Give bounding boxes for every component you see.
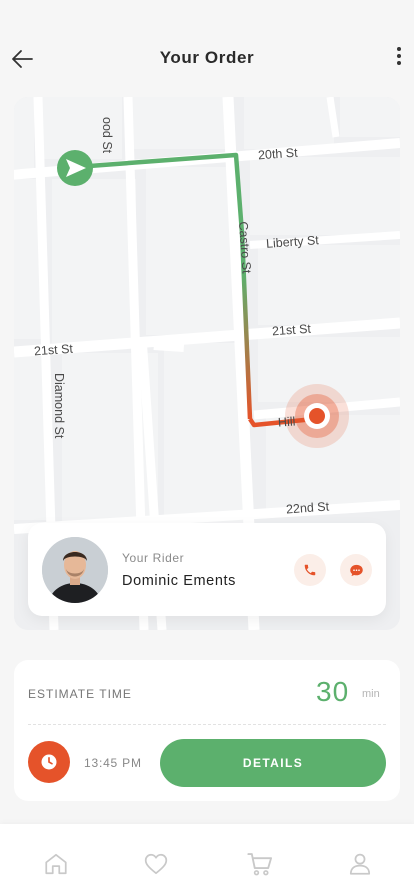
street-label-21st-left: 21st St <box>33 341 74 359</box>
profile-icon <box>349 853 371 875</box>
rider-name: Dominic Ements <box>122 573 236 589</box>
estimate-card: ESTIMATE TIME 30 min 13:45 PM DETAILS <box>14 660 400 801</box>
clock-badge <box>28 741 70 783</box>
tab-profile[interactable] <box>340 844 380 884</box>
rider-card: Your Rider Dominic Ements <box>28 523 386 616</box>
tab-cart[interactable] <box>240 844 280 884</box>
arrival-time: 13:45 PM <box>84 756 142 770</box>
estimate-unit: min <box>362 688 380 700</box>
more-vertical-icon <box>397 47 401 51</box>
rider-caption: Your Rider <box>122 551 185 565</box>
estimate-value: 30 <box>316 676 350 707</box>
street-label-22nd: 22nd St <box>285 499 330 517</box>
estimate-label: ESTIMATE TIME <box>28 687 132 701</box>
navigation-arrow-icon <box>57 150 93 186</box>
street-label-21st-right: 21st St <box>271 321 312 339</box>
street-label-hill: Hill <box>277 414 296 430</box>
heart-icon <box>144 853 168 875</box>
chat-bubble-icon <box>349 564 363 576</box>
street-label-20th: 20th St <box>257 145 299 163</box>
chat-button[interactable] <box>340 554 372 586</box>
clock-icon <box>41 754 57 770</box>
details-button[interactable]: DETAILS <box>160 739 386 787</box>
cart-icon <box>247 853 273 876</box>
phone-icon <box>304 564 316 576</box>
page-title: Your Order <box>159 48 255 67</box>
call-button[interactable] <box>294 554 326 586</box>
home-icon <box>45 853 67 875</box>
tab-favorites[interactable] <box>136 844 176 884</box>
divider <box>28 724 386 725</box>
street-label-wood: ood St <box>100 117 114 154</box>
street-label-diamond: Diamond St <box>52 373 66 439</box>
more-menu-button[interactable] <box>392 44 406 72</box>
avatar <box>42 537 108 603</box>
tab-home[interactable] <box>36 844 76 884</box>
tab-bar <box>0 824 414 896</box>
header: Your Order <box>0 0 414 100</box>
